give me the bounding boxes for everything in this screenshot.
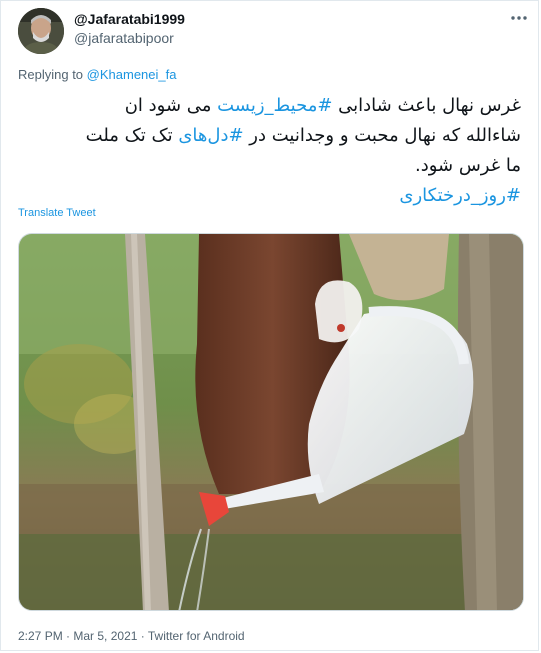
- tweet-photo[interactable]: [18, 233, 524, 611]
- hashtag-link[interactable]: #محیط_زیست: [217, 95, 332, 116]
- tweet-text: غرس نهال باعث شادابی #محیط_زیست می شود ا…: [16, 91, 521, 211]
- tweet-line: ما غرس شود.: [414, 155, 521, 176]
- separator: ·: [62, 629, 74, 643]
- avatar[interactable]: [18, 8, 64, 54]
- display-name[interactable]: @Jafaratabi1999: [74, 11, 185, 27]
- more-horizontal-icon[interactable]: [510, 9, 528, 27]
- user-handle[interactable]: @jafaratabipoor: [74, 30, 174, 46]
- tweet-text-segment: تک تک ملت: [85, 125, 179, 146]
- tweet-text-segment: می شود ان: [124, 95, 218, 116]
- reply-target-link[interactable]: @Khamenei_fa: [87, 67, 177, 82]
- tweet-client: Twitter for Android: [147, 629, 245, 643]
- tweet-text-segment: شاءالله که نهال محبت و وجدانیت در: [243, 125, 521, 146]
- tweet-text-segment: غرس نهال باعث شادابی: [332, 95, 521, 116]
- tweet-card: @Jafaratabi1999 @jafaratabipoor Replying…: [0, 0, 539, 651]
- tweet-time[interactable]: 2:27 PM: [18, 629, 63, 643]
- tweet-metadata: 2:27 PM · Mar 5, 2021 · Twitter for Andr…: [18, 629, 245, 643]
- replying-to: Replying to @Khamenei_fa: [18, 67, 176, 82]
- tweet-line: غرس نهال باعث شادابی #محیط_زیست می شود ا…: [16, 91, 521, 121]
- tweet-line: شاءالله که نهال محبت و وجدانیت در #دل‌ها…: [16, 121, 521, 151]
- hashtag-link[interactable]: #دل‌های: [178, 125, 243, 146]
- tweet-date[interactable]: Mar 5, 2021: [73, 629, 137, 643]
- translate-tweet-link[interactable]: Translate Tweet: [18, 207, 96, 219]
- hashtag-link[interactable]: #روز_درختکاری: [399, 185, 521, 206]
- replying-to-label: Replying to: [18, 67, 87, 82]
- separator: ·: [137, 629, 148, 643]
